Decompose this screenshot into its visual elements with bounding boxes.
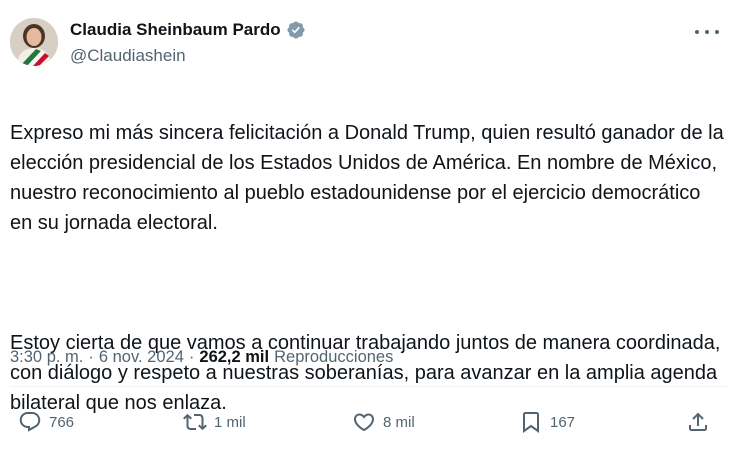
bookmark-button[interactable]: 167: [519, 410, 575, 434]
meta-separator: ·: [188, 348, 195, 366]
like-icon: [353, 413, 375, 432]
bookmark-count: 167: [550, 413, 576, 431]
reply-icon: [19, 412, 41, 432]
share-icon: [689, 412, 707, 431]
like-count: 8 mil: [383, 413, 415, 431]
tweet-date[interactable]: 6 nov. 2024: [99, 348, 184, 367]
reply-count: 766: [49, 413, 75, 431]
author-name-row[interactable]: Claudia Sheinbaum Pardo: [70, 20, 306, 40]
divider: [10, 386, 727, 387]
author-display-name[interactable]: Claudia Sheinbaum Pardo: [70, 20, 281, 40]
bookmark-icon: [523, 412, 539, 433]
share-button[interactable]: [686, 410, 710, 434]
more-icon[interactable]: [695, 22, 719, 42]
avatar[interactable]: [10, 18, 58, 66]
tweet-text: Expreso mi más sincera felicitación a Do…: [10, 88, 725, 448]
avatar-image: [10, 18, 58, 66]
retweet-count: 1 mil: [214, 413, 246, 431]
tweet-paragraph-1: Expreso mi más sincera felicitación a Do…: [10, 122, 724, 234]
reply-button[interactable]: 766: [18, 410, 74, 434]
tweet-time[interactable]: 3:30 p. m.: [10, 348, 83, 367]
action-bar: 766 1 mil 8 mil 167: [0, 402, 737, 442]
views-label: Reproducciones: [274, 348, 394, 366]
retweet-button[interactable]: 1 mil: [183, 410, 246, 434]
tweet-meta: 3:30 p. m. · 6 nov. 2024 · 262,2 mil Rep…: [10, 348, 393, 367]
like-button[interactable]: 8 mil: [352, 410, 415, 434]
retweet-icon: [183, 413, 207, 431]
meta-separator: ·: [88, 348, 94, 366]
views-count: 262,2 mil: [199, 348, 270, 366]
verified-badge-icon: [286, 20, 306, 40]
author-handle[interactable]: @Claudiashein: [70, 46, 186, 66]
